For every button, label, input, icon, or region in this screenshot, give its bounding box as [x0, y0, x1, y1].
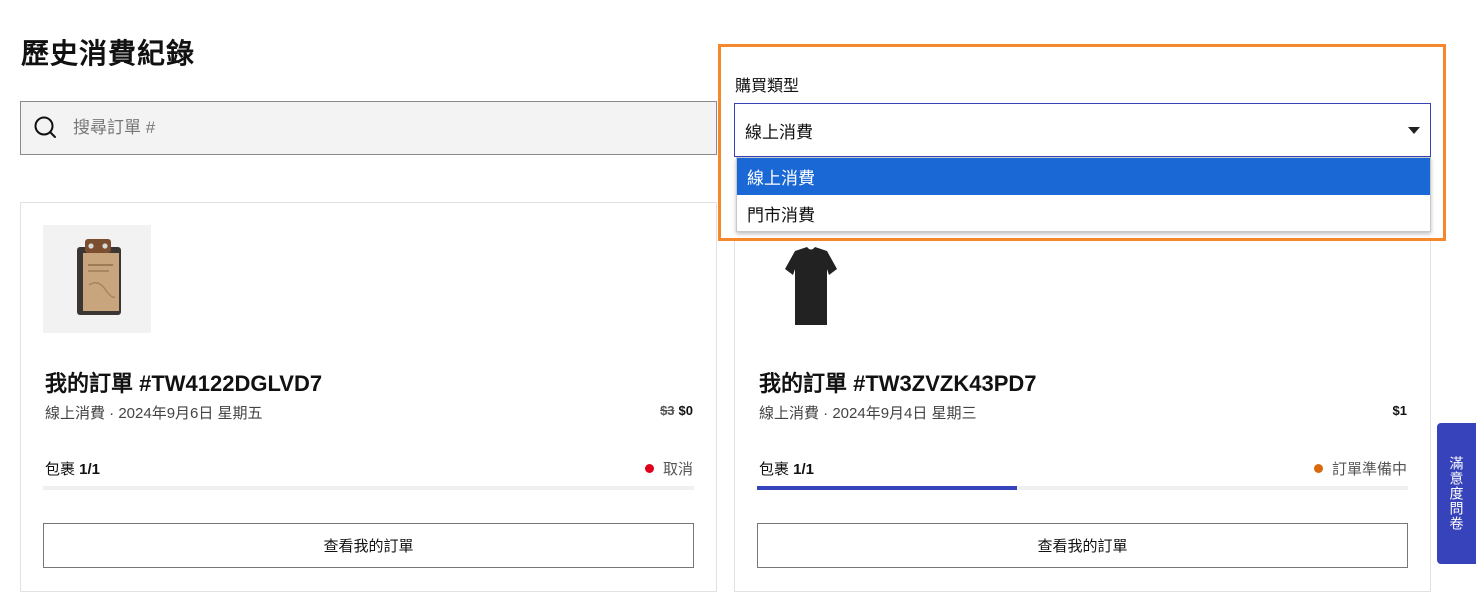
order-title[interactable]: 我的訂單 #TW4122DGLVD7	[45, 366, 322, 398]
selected-value: 線上消費	[745, 122, 813, 142]
order-meta: 線上消費 · 2024年9月6日 星期五	[45, 405, 263, 422]
view-order-button[interactable]: 查看我的訂單	[43, 523, 694, 568]
order-status: 取消	[644, 458, 693, 479]
status-dot-icon	[1313, 464, 1323, 473]
package-label: 包裹 1/1	[45, 458, 100, 479]
final-price: $1	[1392, 403, 1407, 418]
package-count: 1/1	[793, 461, 815, 478]
caret-down-icon	[1408, 127, 1420, 134]
feedback-survey-tab[interactable]: 滿意度問卷	[1437, 423, 1476, 564]
option-online[interactable]: 線上消費	[737, 158, 1430, 195]
search-box[interactable]	[20, 101, 717, 155]
order-card: 我的訂單 #TW3ZVZK43PD7 線上消費 · 2024年9月4日 星期三 …	[734, 202, 1431, 592]
purchase-type-options: 線上消費 門市消費	[736, 157, 1431, 232]
package-label: 包裹 1/1	[759, 458, 814, 479]
option-in-store[interactable]: 門市消費	[737, 195, 1430, 232]
progress-bar	[43, 486, 694, 490]
view-order-button[interactable]: 查看我的訂單	[757, 523, 1408, 568]
page-title: 歷史消費紀錄	[21, 38, 196, 69]
order-meta: 線上消費 · 2024年9月4日 星期三	[759, 405, 977, 422]
order-price: $1	[1389, 403, 1407, 418]
package-count: 1/1	[79, 461, 101, 478]
final-price: $0	[678, 403, 693, 418]
purchase-type-select[interactable]: 線上消費	[734, 103, 1431, 157]
order-status: 訂單準備中	[1313, 458, 1407, 479]
package-prefix: 包裹	[759, 461, 794, 478]
status-text: 取消	[662, 461, 693, 478]
tshirt-product-icon	[785, 247, 837, 325]
package-prefix: 包裹	[45, 461, 80, 478]
product-image[interactable]	[757, 225, 865, 333]
progress-bar	[757, 486, 1408, 490]
notebook-product-icon	[77, 239, 121, 315]
product-image[interactable]	[43, 225, 151, 333]
order-title[interactable]: 我的訂單 #TW3ZVZK43PD7	[759, 366, 1037, 398]
search-input[interactable]	[73, 118, 673, 138]
progress-fill	[757, 486, 1018, 490]
status-text: 訂單準備中	[1331, 461, 1407, 478]
status-dot-icon	[644, 464, 654, 473]
original-price: $3	[660, 403, 675, 418]
purchase-type-label: 購買類型	[735, 78, 800, 95]
search-icon	[33, 115, 59, 141]
order-card: 我的訂單 #TW4122DGLVD7 線上消費 · 2024年9月6日 星期五 …	[20, 202, 717, 592]
order-price: $3 $0	[660, 403, 693, 418]
